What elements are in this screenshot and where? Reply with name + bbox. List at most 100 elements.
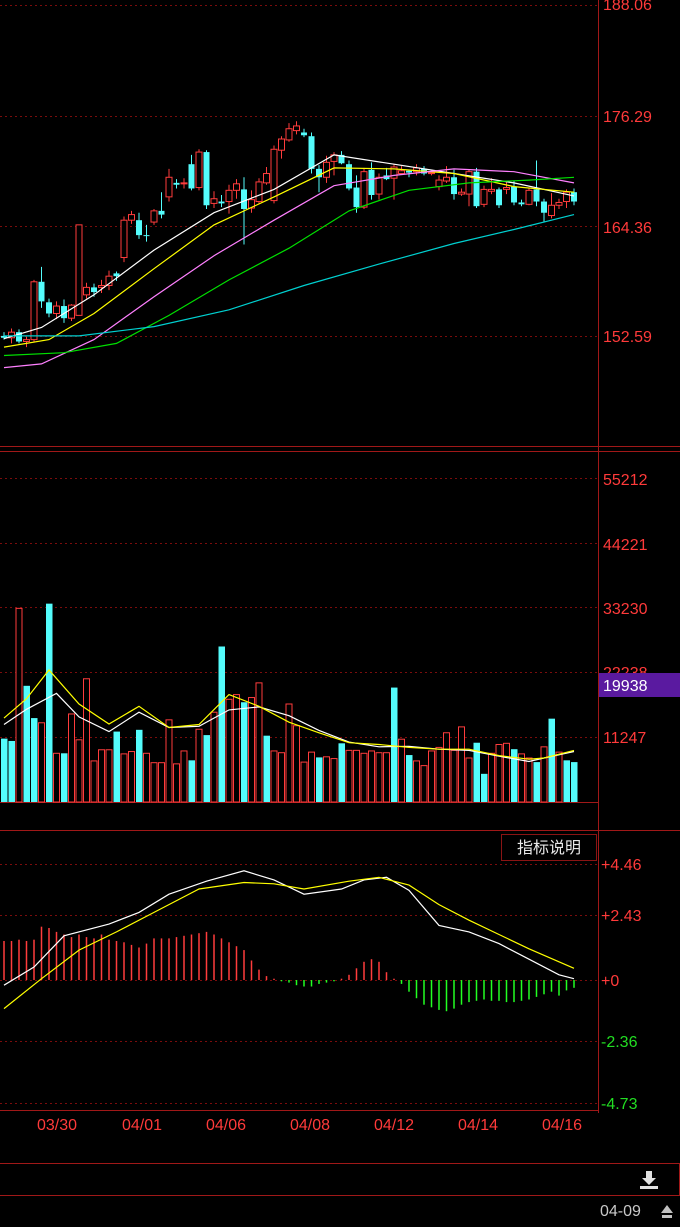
candle-body-up: [525, 189, 533, 205]
candle-10: [75, 224, 83, 316]
candle-body-up: [233, 183, 240, 191]
stock-chart[interactable]: 188.06176.29164.36152.595521244221332302…: [0, 0, 680, 1227]
candle-45: [338, 151, 345, 165]
candle-body-up: [555, 201, 563, 206]
candle-19: [143, 224, 150, 242]
volume-bar-47: [353, 749, 360, 803]
candle-body-down: [241, 189, 247, 209]
price-tick-2: 164.36: [603, 220, 652, 237]
candle-body-up: [360, 171, 368, 208]
volume-bar-52: [391, 687, 398, 802]
volume-bar-46: [345, 749, 353, 803]
candle-70: [525, 188, 533, 206]
candle-34: [255, 178, 263, 204]
volume-bar-44: [330, 758, 338, 803]
candle-76: [571, 188, 577, 206]
volume-panel: [1, 603, 578, 803]
volume-bar-48: [360, 752, 368, 803]
volume-bar-53: [398, 738, 405, 803]
volume-bar-62: [465, 757, 473, 803]
scroll-up-icon[interactable]: [660, 1202, 674, 1220]
candle-body-up: [398, 170, 405, 175]
candle-30: [225, 184, 233, 214]
candle-body-up: [195, 151, 203, 189]
volume-bar-57: [428, 750, 435, 803]
volume-bar-38: [285, 703, 293, 803]
candle-22: [165, 168, 173, 202]
candle-body-up: [225, 189, 233, 203]
volume-bar-34: [255, 682, 263, 803]
candle-11: [83, 282, 90, 299]
candle-body-up: [83, 286, 90, 296]
candle-4: [30, 279, 38, 342]
dea-line: [3, 876, 575, 1010]
candle-body-up: [488, 188, 495, 192]
candle-16: [120, 216, 128, 263]
candle-body-down: [173, 182, 180, 185]
candle-72: [541, 198, 547, 223]
volume-bar-70: [525, 757, 533, 803]
candle-body-up: [503, 187, 510, 190]
candle-body-up: [323, 161, 330, 178]
volume-bar-27: [203, 735, 210, 802]
volume-bar-42: [316, 757, 323, 802]
volume-bar-66: [495, 743, 503, 803]
candle-body-down: [143, 235, 150, 237]
volume-bar-4: [31, 718, 38, 802]
volume-bar-22: [165, 719, 173, 803]
volume-bar-64: [481, 773, 488, 802]
volume-bar-11: [83, 678, 90, 803]
footer-date: 04-09: [600, 1203, 641, 1220]
candle-38: [285, 123, 293, 142]
volume-bar-55: [413, 760, 420, 803]
volume-bar-0: [1, 738, 8, 802]
chart-frame: [0, 0, 680, 1196]
date-label-5: 04/14: [458, 1117, 498, 1134]
candle-body-up: [150, 210, 158, 223]
volume-bar-24: [180, 750, 188, 803]
date-label-1: 04/01: [122, 1117, 162, 1134]
dif-line: [3, 870, 575, 986]
candle-body-up: [278, 138, 285, 151]
candle-29: [218, 194, 225, 208]
volume-tick-1: 44221: [603, 537, 648, 554]
volume-bar-45: [338, 743, 345, 802]
candle-69: [518, 199, 525, 207]
candle-46: [346, 160, 352, 191]
volume-tick-2: 33230: [603, 601, 648, 618]
candle-37: [278, 136, 285, 159]
candle-body-up: [75, 224, 83, 316]
candle-body-up: [428, 172, 435, 175]
candle-body-down: [46, 302, 52, 314]
candle-53: [398, 166, 405, 175]
candle-64: [480, 185, 488, 208]
candle-body-down: [308, 136, 315, 169]
candle-27: [203, 150, 210, 209]
candle-58: [435, 175, 443, 191]
volume-bar-26: [195, 728, 203, 803]
download-icon[interactable]: [638, 1170, 660, 1190]
candle-23: [173, 179, 180, 189]
volume-bar-65: [488, 752, 495, 803]
volume-bar-74: [555, 751, 563, 803]
volume-bar-75: [563, 760, 570, 802]
price-tick-1: 176.29: [603, 109, 652, 126]
date-label-2: 04/06: [206, 1117, 246, 1134]
volume-bar-7: [53, 752, 60, 803]
candle-21: [158, 192, 165, 219]
volume-bar-41: [308, 751, 315, 803]
candle-body-up: [53, 305, 60, 315]
candle-body-down: [218, 201, 225, 204]
volume-bar-8: [61, 753, 68, 802]
candle-body-up: [263, 173, 270, 184]
volume-bar-61: [458, 726, 465, 803]
volume-bar-67: [503, 742, 510, 803]
ma60-line: [4, 214, 575, 337]
volume-bar-17: [128, 751, 135, 803]
candle-48: [360, 167, 368, 209]
volume-bar-14: [105, 749, 113, 803]
candle-body-down: [511, 186, 517, 203]
volume-bar-73: [548, 718, 555, 802]
indicator-help-button[interactable]: 指标说明: [501, 834, 597, 861]
candle-body-down: [451, 177, 457, 195]
